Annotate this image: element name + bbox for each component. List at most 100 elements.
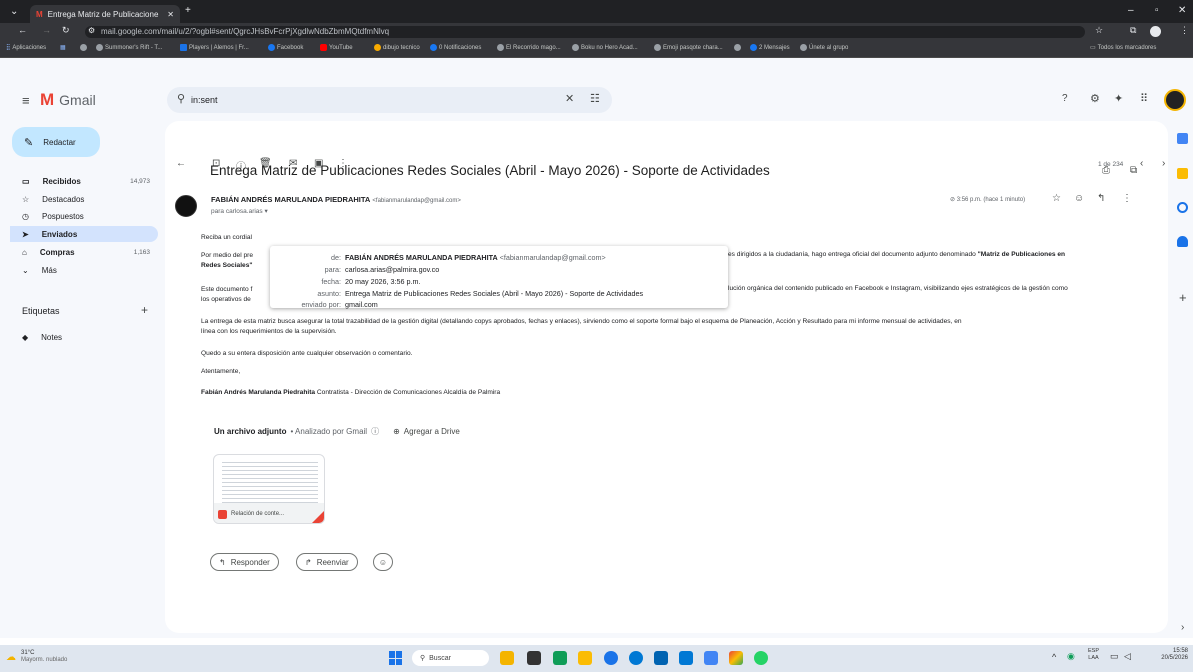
print-icon[interactable]: ⎙ [1102,165,1110,176]
back-to-list-icon[interactable]: ← [176,158,186,169]
tab-search-icon[interactable]: ⌄ [10,6,18,17]
newer-icon[interactable]: ‹ [1140,158,1143,169]
tasks-icon[interactable] [1177,202,1188,213]
close-window-icon[interactable]: ✕ [1178,5,1186,16]
browser-menu-icon[interactable]: ⋮ [1180,25,1189,36]
taskbar-app-icon[interactable] [553,651,567,665]
search-bar[interactable] [167,87,612,113]
reply-icon[interactable]: ↰ [1097,193,1105,204]
site-info-icon[interactable]: ⚙ [88,26,95,35]
add-to-drive-button[interactable]: Agregar a Drive [404,427,460,436]
all-bookmarks[interactable]: ▭ Todos los marcadores [1090,44,1156,52]
bookmark-apps[interactable]: ⣿ Aplicaciones [6,44,46,52]
bookmark-youtube[interactable]: YouTube [320,44,353,51]
message-more-icon[interactable]: ⋮ [1122,193,1132,204]
bookmark-emoji[interactable]: Emoji pasqote chara... [654,44,723,51]
calendar-icon[interactable] [1177,133,1188,144]
extensions-icon[interactable]: ⧉ [1130,25,1136,36]
older-icon[interactable]: › [1162,158,1165,169]
edge-icon[interactable] [604,651,618,665]
taskbar-app-icon[interactable] [629,651,643,665]
maximize-icon[interactable]: ▫ [1155,5,1159,16]
clock[interactable]: 15:58 20/5/2026 [1150,648,1188,662]
language-indicator[interactable]: ESP LAA [1088,648,1099,662]
sender-details-popup: de: FABIÁN ANDRÉS MARULANDA PIEDRAHITA <f… [270,246,728,308]
taskbar-search[interactable]: ⚲ Buscar [412,650,489,666]
add-label-icon[interactable]: + [141,303,148,317]
bookmark-boku[interactable]: Boku no Hero Acad... [572,44,638,51]
chrome-icon[interactable] [729,651,743,665]
main-menu-icon[interactable]: ≡ [22,93,30,108]
keep-icon[interactable] [1177,168,1188,179]
search-options-icon[interactable]: ☷ [590,92,600,105]
show-hidden-icons-icon[interactable]: ^ [1052,652,1056,662]
forward-icon[interactable]: → [42,25,51,35]
account-avatar[interactable] [1164,89,1186,111]
close-tab-icon[interactable]: ✕ [167,10,174,19]
sidebar-item-snoozed[interactable]: ◷ Pospuestos [10,208,158,224]
label-notes[interactable]: ◆ Notes [10,329,158,345]
open-new-window-icon[interactable]: ⧉ [1130,165,1137,176]
sidebar-item-more[interactable]: ⌄ Más [10,262,158,278]
taskbar-task-view-icon[interactable] [527,651,541,665]
forward-button[interactable]: ↱ Reenviar [296,553,358,571]
bookmark-recorrido[interactable]: El Recorrido mago... [497,44,561,51]
bookmark-facebook[interactable]: Facebook [268,44,303,51]
gemini-icon[interactable]: ✦ [1114,92,1123,105]
contacts-icon[interactable] [1177,236,1188,247]
profile-avatar[interactable] [1150,26,1161,37]
start-button[interactable] [389,651,403,665]
volume-icon[interactable]: ◁ [1124,651,1131,662]
bookmark-mensajes[interactable]: 2 Mensajes [750,44,790,51]
body-paragraph-1-cont: es dirigidos a la ciudadanía, hago entre… [728,251,1066,258]
taskbar-app-icon[interactable] [500,651,514,665]
search-icon: ⚲ [420,655,426,662]
back-icon[interactable]: ← [18,25,27,35]
add-to-drive-icon[interactable]: ⊕ [393,427,400,436]
browser-tab[interactable]: M Entrega Matriz de Publicacione ✕ [30,5,180,23]
search-icon[interactable]: ⚲ [177,92,185,105]
star-message-icon[interactable]: ☆ [1052,193,1061,204]
new-tab-icon[interactable]: + [185,5,191,16]
sender-avatar[interactable] [175,195,197,217]
bookmark-players[interactable]: Players | Alemos | Fr... [180,44,249,51]
gmail-logo[interactable]: M Gmail [40,90,96,110]
bookmark-notificaciones[interactable]: 0 Notificaciones [430,44,481,51]
emoji-reaction-icon[interactable]: ☺ [1074,193,1084,204]
tray-app-icon[interactable]: ◉ [1067,651,1075,662]
bookmark-summoners[interactable]: Summoner's Rift - T... [96,44,162,51]
sidebar-item-sent[interactable]: ➤ Enviados [10,226,158,242]
taskbar-app-icon[interactable] [704,651,718,665]
reload-icon[interactable]: ↻ [62,25,70,36]
compose-button[interactable]: ✎ Redactar [12,127,100,157]
bookmark-dibujo[interactable]: dibujo tecnico [374,44,420,51]
clear-search-icon[interactable]: ✕ [565,92,574,105]
attachment-card[interactable]: Relación de conte... [213,454,325,524]
url-field[interactable]: mail.google.com/mail/u/2/?ogbl#sent/Qgrc… [85,26,1085,38]
get-addons-icon[interactable]: + [1179,290,1187,305]
sidebar-item-starred[interactable]: ☆ Destacados [10,191,158,207]
reply-button[interactable]: ↰ Responder [210,553,279,571]
emoji-reply-button[interactable]: ☺ [373,553,393,571]
minimize-icon[interactable]: – [1128,5,1134,16]
hide-side-panel-icon[interactable]: › [1181,622,1184,633]
whatsapp-icon[interactable] [754,651,768,665]
bookmark-star-icon[interactable]: ☆ [1095,25,1103,36]
bookmark-unete[interactable]: Únete al grupo [800,44,848,51]
help-icon[interactable]: ? [1062,93,1068,104]
settings-gear-icon[interactable]: ⚙ [1090,92,1100,105]
outlook-icon[interactable] [679,651,693,665]
sidebar-item-inbox[interactable]: ▭ Recibidos 14,973 [10,173,158,189]
recipient-line[interactable]: para carlosa.arias ▾ [211,207,268,215]
network-icon[interactable]: ▭ [1110,651,1119,662]
bookmark-chrome[interactable] [80,44,87,51]
apps-icon[interactable]: ⠿ [1140,92,1148,105]
sidebar-item-purchases[interactable]: ⌂ Compras 1,163 [10,244,158,260]
sender-name[interactable]: FABIÁN ANDRÉS MARULANDA PIEDRAHITA [211,195,370,204]
bookmark-grid[interactable]: ▦ [60,44,66,51]
search-input[interactable]: in:sent [191,95,218,105]
store-icon[interactable] [654,651,668,665]
weather-widget[interactable]: ☁ 31°C Mayorm. nublado [6,650,67,664]
file-explorer-icon[interactable] [578,651,592,665]
bookmark-globe[interactable] [734,44,741,51]
